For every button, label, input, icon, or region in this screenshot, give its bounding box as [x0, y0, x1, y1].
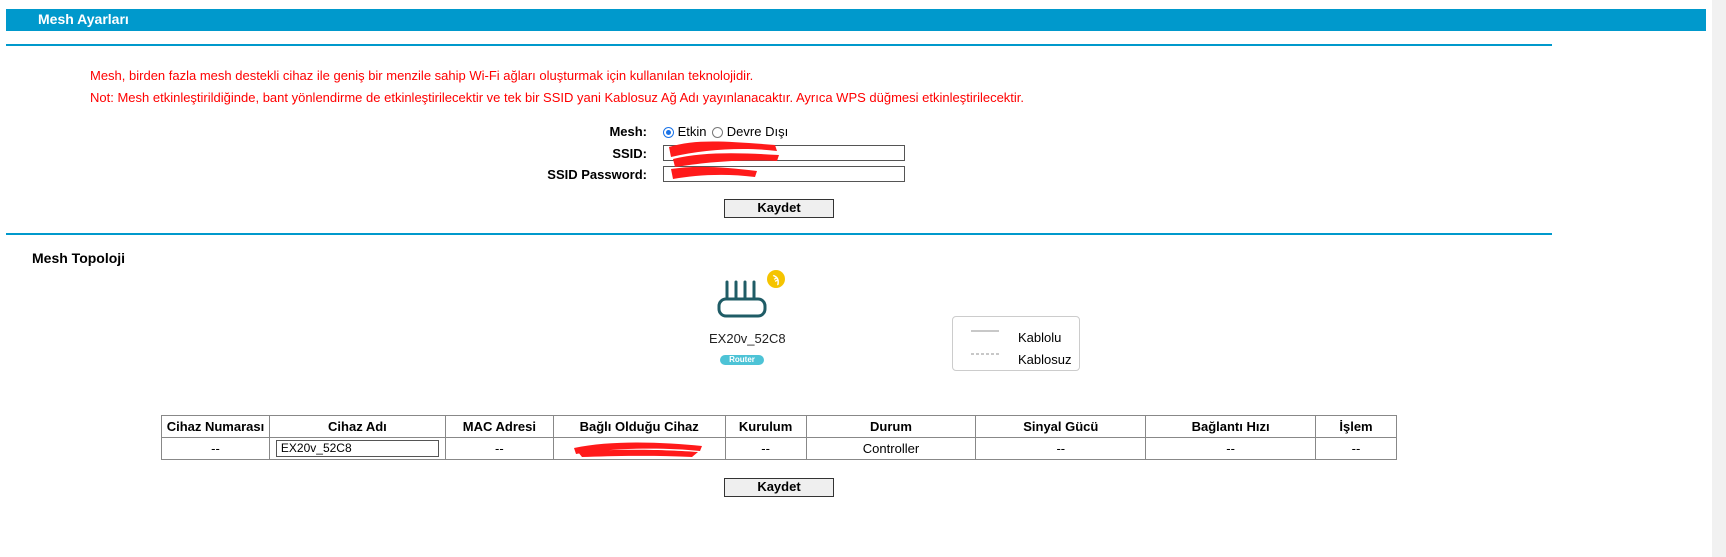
header-action: İşlem [1315, 415, 1397, 438]
redaction-scribble [669, 141, 779, 179]
cell-device-name: EX20v_52C8 [268, 437, 446, 460]
save-button[interactable]: Kaydet [724, 199, 834, 218]
table-header-row: Cihaz Numarası Cihaz Adı MAC Adresi Bağl… [161, 415, 1397, 438]
legend-line-icons [971, 330, 999, 355]
topology-title: Mesh Topoloji [32, 250, 126, 266]
legend-wireless-label: Kablosuz [1018, 352, 1072, 367]
divider-top [6, 44, 1552, 46]
table-row: -- EX20v_52C8 -- -- Controller -- -- -- [161, 437, 1397, 460]
cell-device-number: -- [161, 437, 270, 460]
header-connection-speed: Bağlantı Hızı [1145, 415, 1316, 438]
router-name: EX20v_52C8 [709, 331, 786, 346]
header-status: Durum [805, 415, 977, 438]
cell-connected-device [552, 437, 726, 460]
router-badge: Router [720, 355, 764, 365]
cell-action: -- [1315, 437, 1397, 460]
scrollbar[interactable] [1712, 0, 1726, 557]
topology-legend: Kablolu Kablosuz [952, 316, 1080, 371]
header-connected-device: Bağlı Olduğu Cihaz [552, 415, 726, 438]
mesh-description: Mesh, birden fazla mesh destekli cihaz i… [90, 68, 754, 83]
header-signal-strength: Sinyal Gücü [975, 415, 1147, 438]
cell-mac-address: -- [444, 437, 554, 460]
device-table: Cihaz Numarası Cihaz Adı MAC Adresi Bağl… [161, 415, 1397, 460]
header-device-number: Cihaz Numarası [161, 415, 270, 438]
ssid-label: SSID: [612, 146, 647, 161]
mesh-label: Mesh: [609, 124, 647, 139]
divider-middle [6, 233, 1552, 235]
ssid-password-label: SSID Password: [547, 167, 647, 182]
cell-setup: -- [724, 437, 807, 460]
cell-status: Controller [805, 437, 977, 460]
cell-connection-speed: -- [1145, 437, 1316, 460]
device-name-input[interactable]: EX20v_52C8 [275, 440, 439, 458]
cell-signal-strength: -- [975, 437, 1147, 460]
table-save-button[interactable]: Kaydet [724, 478, 834, 497]
svg-text:ϡ: ϡ [773, 274, 780, 286]
legend-wired-label: Kablolu [1018, 330, 1062, 345]
router-icon[interactable]: ϡ [716, 268, 790, 320]
page-title: Mesh Ayarları [38, 11, 129, 27]
header-mac-address: MAC Adresi [444, 415, 554, 438]
header-bar: Mesh Ayarları [6, 9, 1706, 31]
mesh-note: Not: Mesh etkinleştirildiğinde, bant yön… [90, 90, 1025, 105]
redaction-scribble-mac [573, 442, 702, 457]
header-device-name: Cihaz Adı [268, 415, 446, 438]
header-setup: Kurulum [724, 415, 807, 438]
